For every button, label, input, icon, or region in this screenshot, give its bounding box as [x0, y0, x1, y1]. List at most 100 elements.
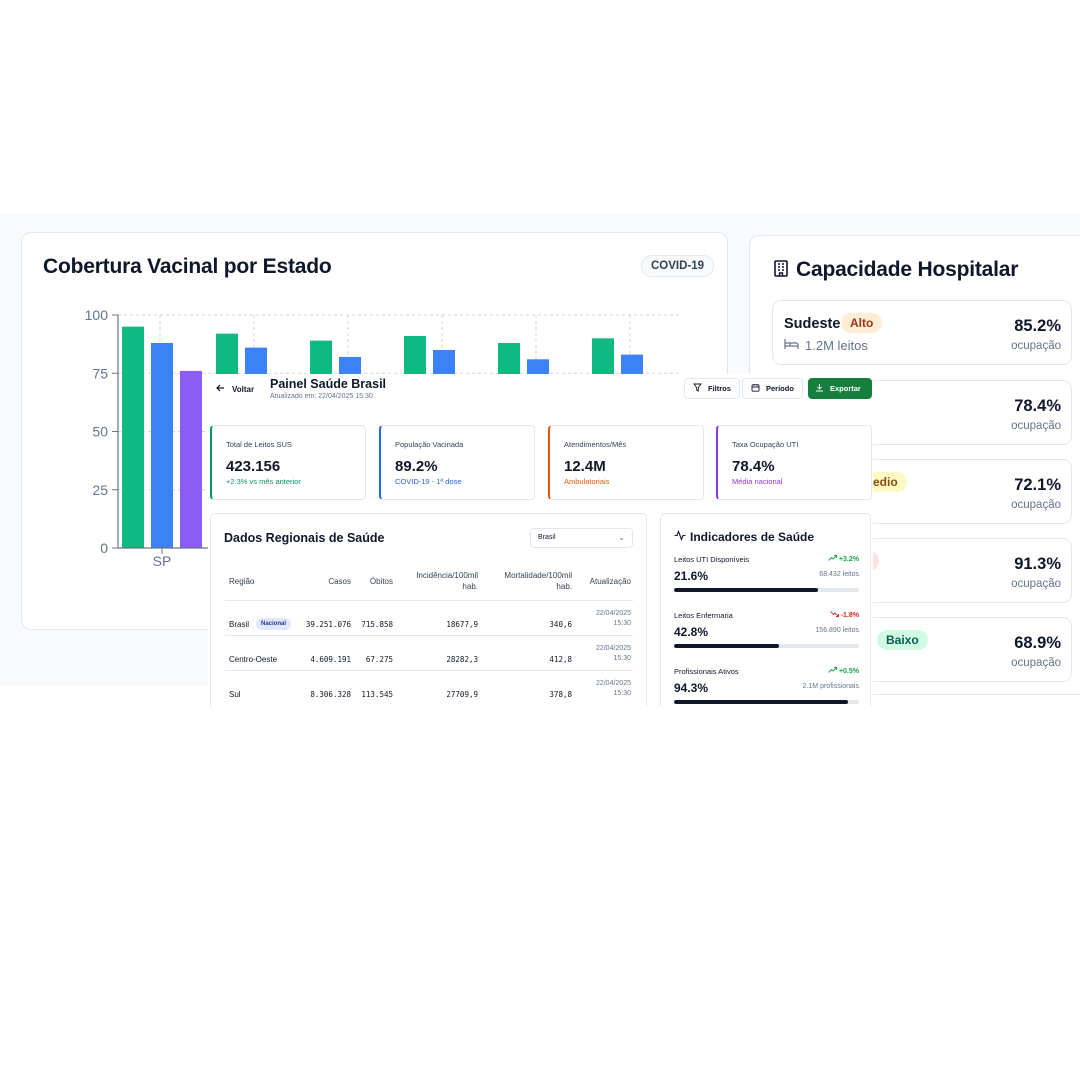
- stat-label: Total de Leitos SUS: [226, 440, 292, 449]
- occupancy-value: 78.4%: [1014, 397, 1061, 415]
- cell-date: 22/04/2025: [595, 610, 631, 617]
- bar[interactable]: [122, 326, 144, 548]
- occupancy-label: ocupação: [1011, 420, 1061, 432]
- regional-title: Dados Regionais de Saúde: [224, 531, 385, 545]
- occupancy-value: 72.1%: [1014, 476, 1061, 494]
- hospital-title: Capacidade Hospitalar: [796, 258, 1019, 281]
- stat-value: 12.4M: [564, 458, 606, 475]
- cell-date: 22/04/2025: [595, 680, 631, 687]
- row-divider: [225, 635, 633, 636]
- cell-mortality: 412,8: [549, 655, 572, 664]
- vaccination-title: Cobertura Vacinal por Estado: [43, 255, 332, 278]
- hospital-region: Sudeste: [784, 316, 841, 332]
- occupancy-label: ocupação: [1011, 340, 1061, 352]
- occupancy-value: 91.3%: [1014, 555, 1061, 573]
- header-mortality-line2: hab.: [556, 582, 572, 591]
- indicator: Leitos Enfermaria -1.8% 42.8% 156.890 leito…: [674, 611, 859, 661]
- row-divider: [225, 670, 633, 671]
- occupancy-label: ocupação: [1011, 499, 1061, 511]
- export-button[interactable]: Exportar: [808, 378, 872, 399]
- regional-data-card: Dados Regionais de Saúde Brasil ⌄ Região…: [210, 513, 647, 706]
- calendar-icon: [751, 383, 760, 394]
- building-icon: [772, 259, 790, 282]
- indicator-value: 21.6%: [674, 569, 709, 583]
- panel-title: Painel Saúde Brasil: [270, 377, 387, 391]
- indicator-trend: +0.5%: [828, 667, 859, 675]
- period-button[interactable]: Período: [742, 378, 803, 399]
- indicator-detail: 68.432 leitos: [819, 571, 859, 578]
- back-button[interactable]: Voltar: [216, 384, 254, 394]
- indicator-label: Leitos Enfermaria: [674, 611, 733, 620]
- stat-label: População Vacinada: [395, 440, 464, 449]
- cell-cases: 39.251.076: [305, 620, 351, 629]
- trend-up-icon: [828, 667, 837, 675]
- chevron-down-icon: ⌄: [618, 533, 625, 542]
- header-region: Região: [229, 577, 255, 586]
- region-select[interactable]: Brasil ⌄: [530, 528, 633, 548]
- header-updated: Atualização: [589, 577, 631, 586]
- stat-label: Atendimentos/Mês: [564, 440, 627, 449]
- filter-icon: [693, 383, 702, 394]
- health-indicators-card: Indicadores de Saúde Leitos UTI Disponív…: [660, 513, 871, 706]
- back-label: Voltar: [232, 384, 255, 394]
- cell-mortality: 340,6: [549, 620, 572, 629]
- header-cases: Casos: [328, 577, 351, 586]
- progress-fill: [674, 644, 780, 648]
- export-label: Exportar: [830, 384, 861, 393]
- trend-value: -1.8%: [840, 611, 859, 619]
- page: 100 75 50 25 0 SP Cobertura Vacinal por Estad…: [0, 0, 1080, 1080]
- y-tick-label: 75: [92, 365, 108, 381]
- header-deaths: Óbitos: [369, 577, 393, 586]
- cell-time: 15:30: [613, 655, 631, 662]
- hospital-header: Capacidade Hospitalar: [772, 258, 1018, 282]
- indicator-trend: -1.8%: [829, 611, 859, 619]
- header-mortality-line1: Mortalidade/100mil: [504, 571, 572, 580]
- cell-incidence: 18677,9: [446, 620, 478, 629]
- trend-down-icon: [829, 611, 839, 619]
- indicator-label: Profissionais Ativos: [674, 667, 739, 676]
- y-tick-label: 50: [92, 424, 108, 440]
- cell-incidence: 28282,3: [446, 655, 478, 664]
- y-tick-label: 25: [92, 482, 108, 498]
- stat-value: 89.2%: [395, 458, 438, 475]
- bar[interactable]: [180, 370, 202, 548]
- beds-count: 1.2M leitos: [805, 338, 868, 353]
- cell-date: 22/04/2025: [595, 645, 631, 652]
- row-divider: [225, 600, 633, 601]
- filters-label: Filtros: [708, 384, 731, 393]
- hospital-row[interactable]: Sudeste Alto 1.2M leitos 85.2% ocupação: [772, 300, 1072, 365]
- header-mortality: Mortalidade/100mil hab.: [481, 570, 572, 592]
- region-select-value: Brasil: [538, 534, 556, 541]
- arrow-left-icon: [216, 384, 225, 394]
- occupancy-label: ocupação: [1011, 657, 1061, 669]
- cell-cases: 4.609.191: [310, 655, 351, 664]
- cell-time: 15:30: [613, 620, 631, 627]
- indicator-detail: 156.890 leitos: [815, 627, 859, 634]
- indicator-label: Leitos UTI Disponíveis: [674, 555, 750, 564]
- stat-card: População Vacinada 89.2% COVID-19 - 1ª dos…: [379, 425, 535, 500]
- cell-deaths: 715.858: [361, 620, 393, 629]
- panel-header: Voltar Painel Saúde Brasil Atualizado em…: [208, 374, 873, 410]
- progress-track: [674, 588, 859, 592]
- cell-deaths: 67.275: [365, 655, 393, 664]
- stat-subtext: Ambulatoriais: [564, 477, 610, 486]
- progress-fill: [674, 700, 848, 704]
- indicator-value: 94.3%: [674, 681, 709, 695]
- y-tick-label: 100: [85, 307, 109, 323]
- bar[interactable]: [151, 342, 173, 548]
- period-label: Período: [766, 384, 794, 393]
- covid-badge: COVID-19: [641, 255, 715, 277]
- trend-value: +3.2%: [838, 555, 859, 563]
- indicator-value: 42.8%: [674, 625, 709, 639]
- occupancy-value: 85.2%: [1014, 317, 1061, 335]
- indicator-trend: +3.2%: [828, 555, 859, 563]
- header-incidence-line2: hab.: [462, 582, 478, 591]
- stat-value: 78.4%: [732, 458, 775, 475]
- y-tick-label: 0: [100, 540, 108, 556]
- panel-updated: Atualizado em: 22/04/2025 15:30: [270, 393, 373, 400]
- indicators-header: Indicadores de Saúde: [674, 528, 814, 546]
- level-badge: Alto: [841, 313, 883, 333]
- stat-subtext: +2.3% vs mês anterior: [226, 477, 301, 486]
- filters-button[interactable]: Filtros: [684, 378, 740, 399]
- hospital-beds: 1.2M leitos: [784, 338, 868, 353]
